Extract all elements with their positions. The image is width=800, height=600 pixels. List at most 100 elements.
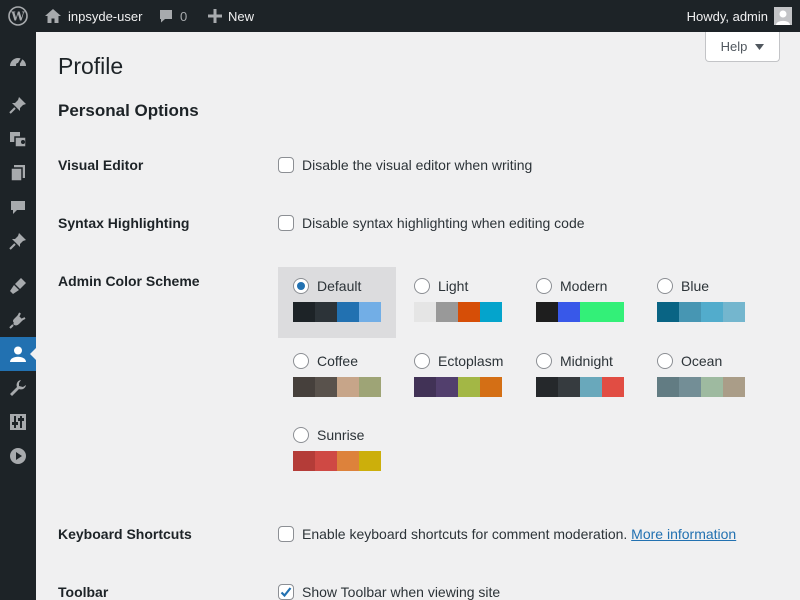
plus-icon (208, 9, 222, 23)
color-swatches (536, 377, 639, 397)
color-swatch (458, 377, 480, 397)
color-scheme-option[interactable]: Ectoplasm (399, 342, 517, 413)
toolbar-option[interactable]: Show Toolbar when viewing site (278, 584, 500, 600)
color-swatches (293, 377, 396, 397)
color-swatch (315, 377, 337, 397)
color-swatch (580, 302, 602, 322)
color-swatch (657, 377, 679, 397)
settings-icon (10, 414, 26, 430)
menu-appearance[interactable] (0, 269, 36, 303)
plugins-icon (9, 312, 26, 329)
color-scheme-radio[interactable] (657, 353, 673, 369)
color-scheme-option[interactable]: Blue (642, 267, 760, 338)
appearance-icon (10, 278, 26, 294)
color-scheme-option-label: Ocean (657, 352, 760, 370)
color-swatch (536, 302, 558, 322)
keyboard-shortcuts-option[interactable]: Enable keyboard shortcuts for comment mo… (278, 526, 736, 542)
section-title: Personal Options (58, 101, 199, 120)
syntax-highlighting-checkbox[interactable] (278, 215, 294, 231)
avatar (774, 7, 792, 25)
color-swatch (337, 377, 359, 397)
color-scheme-option[interactable]: Sunrise (278, 416, 396, 487)
menu-media[interactable] (0, 122, 36, 156)
checkmark-icon (280, 587, 292, 598)
color-scheme-radio[interactable] (293, 278, 309, 294)
color-scheme-name: Ectoplasm (438, 353, 504, 369)
color-swatch (480, 302, 502, 322)
menu-pages[interactable] (0, 156, 36, 190)
color-swatch (602, 377, 624, 397)
color-scheme-option-label: Blue (657, 277, 760, 295)
color-swatch (293, 302, 315, 322)
syntax-highlighting-option[interactable]: Disable syntax highlighting when editing… (278, 215, 585, 231)
toolbar-label: Toolbar (58, 584, 109, 600)
menu-posts[interactable] (0, 88, 36, 122)
color-swatch (414, 377, 436, 397)
pin-icon (9, 233, 26, 250)
color-swatch (359, 302, 381, 322)
color-swatches (536, 302, 639, 322)
color-swatch (293, 451, 315, 471)
menu-tools[interactable] (0, 371, 36, 405)
color-scheme-radio[interactable] (536, 278, 552, 294)
howdy-text: Howdy, admin (686, 8, 768, 24)
menu-comments[interactable] (0, 190, 36, 224)
color-swatch (723, 377, 745, 397)
comments-count: 0 (180, 8, 188, 24)
menu-plugins[interactable] (0, 303, 36, 337)
comment-icon (160, 10, 172, 23)
visual-editor-label: Visual Editor (58, 157, 144, 173)
color-scheme-radio[interactable] (414, 278, 430, 294)
account-menu[interactable]: Howdy, admin (687, 0, 792, 32)
color-swatch (315, 302, 337, 322)
color-swatch (436, 377, 458, 397)
site-name: inpsyde-user (68, 8, 143, 24)
keyboard-shortcuts-checkbox[interactable] (278, 526, 294, 542)
menu-media-player[interactable] (0, 439, 36, 473)
color-swatch (558, 302, 580, 322)
toolbar-checkbox[interactable] (278, 584, 294, 600)
dashboard-icon (10, 57, 26, 67)
page-title: Profile (58, 53, 124, 79)
color-swatches (657, 377, 760, 397)
color-swatch (536, 377, 558, 397)
home-icon (45, 9, 61, 23)
color-scheme-radio[interactable] (657, 278, 673, 294)
color-scheme-radio[interactable] (536, 353, 552, 369)
more-information-link[interactable]: More information (631, 526, 736, 542)
color-scheme-option[interactable]: Ocean (642, 342, 760, 413)
comments-link[interactable]: 0 (158, 0, 187, 32)
menu-custom-posts[interactable] (0, 224, 36, 258)
color-swatches (414, 377, 517, 397)
avatar-icon (776, 10, 790, 25)
color-scheme-option[interactable]: Midnight (521, 342, 639, 413)
admin-toolbar: W inpsyde-user 0 New Howdy, admin (0, 0, 800, 32)
admin-menu (0, 32, 36, 600)
menu-dashboard[interactable] (0, 44, 36, 78)
wordpress-logo-button[interactable]: W (8, 0, 28, 32)
color-swatch (679, 377, 701, 397)
color-scheme-radio[interactable] (414, 353, 430, 369)
color-scheme-option[interactable]: Modern (521, 267, 639, 338)
menu-users[interactable] (0, 337, 36, 371)
visual-editor-checkbox[interactable] (278, 157, 294, 173)
color-scheme-option-label: Sunrise (293, 426, 396, 444)
menu-settings[interactable] (0, 405, 36, 439)
color-scheme-option-label: Modern (536, 277, 639, 295)
color-scheme-option[interactable]: Coffee (278, 342, 396, 413)
color-scheme-radio[interactable] (293, 427, 309, 443)
visual-editor-option[interactable]: Disable the visual editor when writing (278, 157, 532, 173)
tools-icon (10, 380, 26, 396)
site-name-link[interactable]: inpsyde-user (44, 0, 142, 32)
color-scheme-name: Ocean (681, 353, 723, 369)
color-swatch (480, 377, 502, 397)
new-label: New (228, 8, 255, 24)
svg-text:W: W (10, 10, 25, 24)
color-scheme-option[interactable]: Light (399, 267, 517, 338)
color-scheme-option[interactable]: Default (278, 267, 396, 338)
color-swatch (436, 302, 458, 322)
color-scheme-radio[interactable] (293, 353, 309, 369)
help-tab-button[interactable]: Help (705, 32, 780, 62)
new-content-button[interactable]: New (208, 0, 254, 32)
wordpress-icon: W (8, 6, 28, 26)
